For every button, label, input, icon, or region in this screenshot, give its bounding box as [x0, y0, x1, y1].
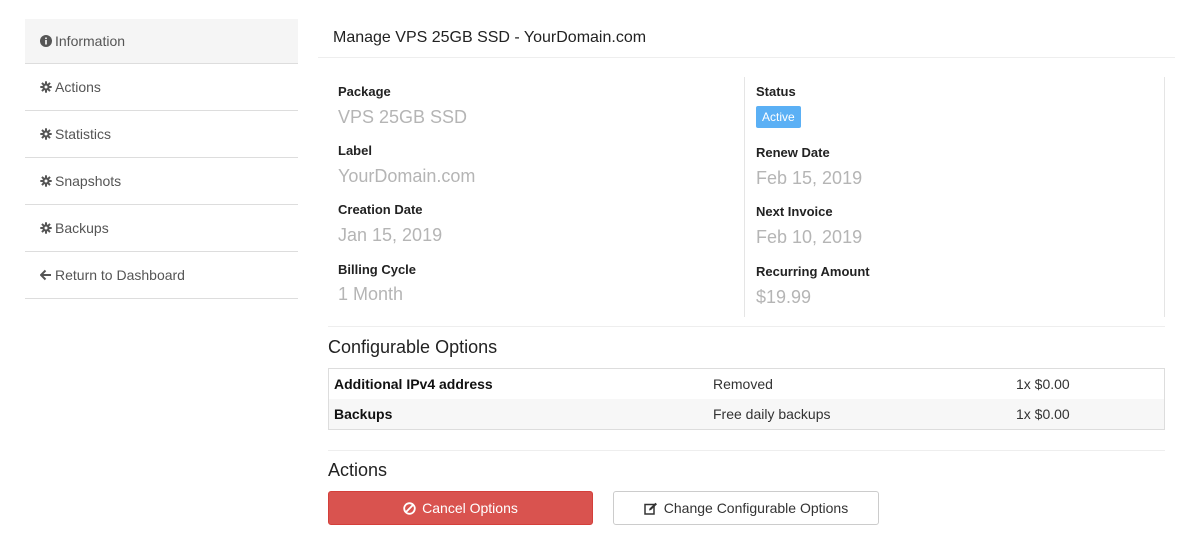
- sidebar-item-return-dashboard[interactable]: Return to Dashboard: [25, 252, 298, 299]
- actions-title: Actions: [328, 460, 388, 480]
- next-invoice-value: Feb 10, 2019: [756, 227, 863, 247]
- label-label: Label: [338, 143, 372, 158]
- billing-cycle-value: 1 Month: [338, 284, 404, 304]
- sidebar-item-label: Backups: [55, 220, 109, 236]
- divider: [328, 450, 1165, 451]
- billing-cycle-label: Billing Cycle: [338, 262, 417, 277]
- sidebar-item-statistics[interactable]: Statistics: [25, 111, 298, 158]
- label-value: YourDomain.com: [338, 166, 476, 186]
- sidebar-item-label: Information: [55, 33, 126, 49]
- package-value: VPS 25GB SSD: [338, 107, 468, 127]
- change-configurable-options-label: Change Configurable Options: [663, 500, 849, 516]
- arrow-left-icon: [40, 269, 52, 281]
- sidebar-item-snapshots[interactable]: Snapshots: [25, 158, 298, 205]
- sidebar-item-backups[interactable]: Backups: [25, 205, 298, 252]
- package-label: Package: [338, 84, 391, 99]
- gear-icon: [40, 81, 52, 93]
- creation-date-value: Jan 15, 2019: [338, 225, 443, 245]
- sidebar-nav: Information Actions Statistics Snapshots…: [25, 19, 298, 299]
- sidebar-item-actions[interactable]: Actions: [25, 64, 298, 111]
- renew-date-value: Feb 15, 2019: [756, 168, 863, 188]
- sidebar-item-label: Return to Dashboard: [55, 267, 185, 283]
- renew-date-label: Renew Date: [756, 145, 830, 160]
- configurable-options-title: Configurable Options: [328, 337, 498, 357]
- gear-icon: [40, 175, 52, 187]
- status-label: Status: [756, 84, 796, 99]
- status-badge: Active: [756, 106, 801, 128]
- option-price: 1x $0.00: [1016, 376, 1070, 392]
- page-title: Manage VPS 25GB SSD - YourDomain.com: [318, 19, 1175, 58]
- details-right-column: Status Active Renew Date Feb 15, 2019 Ne…: [756, 77, 1165, 317]
- recurring-amount-value: $19.99: [756, 287, 812, 307]
- option-value: Removed: [713, 376, 773, 392]
- recurring-amount-label: Recurring Amount: [756, 264, 870, 279]
- change-configurable-options-button[interactable]: Change Configurable Options: [613, 491, 879, 525]
- sidebar-item-label: Snapshots: [55, 173, 122, 189]
- option-value: Free daily backups: [713, 406, 831, 422]
- sidebar-item-information[interactable]: Information: [25, 19, 298, 64]
- product-details: Package VPS 25GB SSD Label YourDomain.co…: [328, 77, 1165, 317]
- info-circle-icon: [40, 35, 52, 47]
- divider: [328, 326, 1165, 327]
- edit-icon: [644, 502, 658, 515]
- option-name: Backups: [334, 406, 393, 422]
- cancel-options-label: Cancel Options: [422, 500, 518, 516]
- creation-date-label: Creation Date: [338, 202, 423, 217]
- gear-icon: [40, 222, 52, 234]
- next-invoice-label: Next Invoice: [756, 204, 833, 219]
- sidebar-item-label: Actions: [55, 79, 101, 95]
- option-price: 1x $0.00: [1016, 406, 1070, 422]
- sidebar-item-label: Statistics: [55, 126, 112, 142]
- ban-icon: [403, 501, 416, 515]
- table-row: Backups Free daily backups 1x $0.00: [329, 399, 1164, 429]
- option-name: Additional IPv4 address: [334, 376, 493, 392]
- details-left-column: Package VPS 25GB SSD Label YourDomain.co…: [338, 77, 745, 317]
- configurable-options-table: Additional IPv4 address Removed 1x $0.00…: [328, 368, 1165, 430]
- table-row: Additional IPv4 address Removed 1x $0.00: [329, 369, 1164, 399]
- main-panel: Manage VPS 25GB SSD - YourDomain.com Pac…: [318, 19, 1175, 525]
- cancel-options-button[interactable]: Cancel Options: [328, 491, 593, 525]
- gear-icon: [40, 128, 52, 140]
